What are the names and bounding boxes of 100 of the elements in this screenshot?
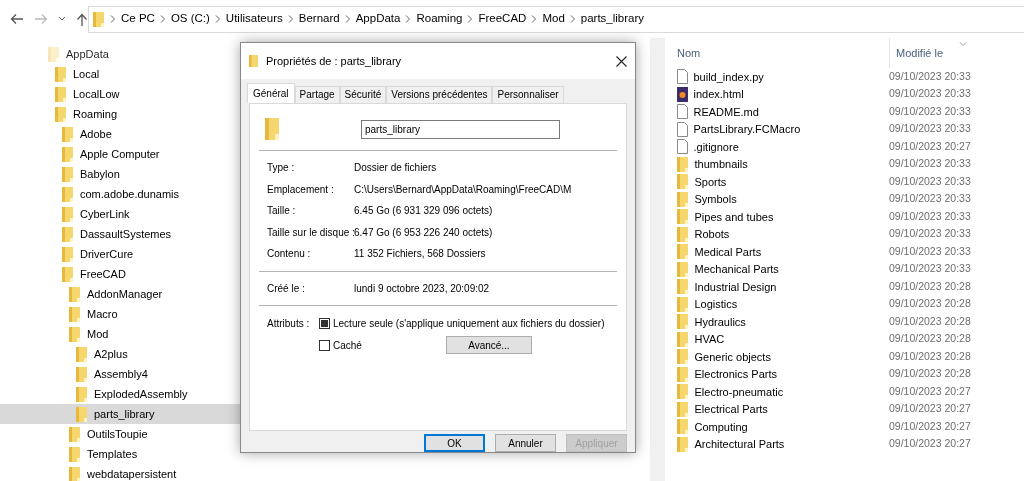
folder-icon [265,118,279,140]
folder-icon [62,126,74,142]
folder-icon [69,286,81,302]
folder-icon [677,209,689,225]
tree-item[interactable]: Babylon [0,164,240,184]
breadcrumb[interactable]: Ce PC [121,10,155,28]
breadcrumb[interactable]: AppData [355,10,401,28]
tree-item[interactable]: Local [0,64,240,84]
property-label: Attributs : [266,317,311,331]
tree-item[interactable]: CyberLink [0,204,240,224]
breadcrumb[interactable]: Mod [542,10,565,28]
tree-item[interactable]: AppData [0,44,240,64]
folder-icon [76,346,88,362]
breadcrumb[interactable]: Utilisateurs [225,10,283,28]
file-name[interactable]: Electro-pneumatic [694,383,784,400]
file-name[interactable]: README.md [693,103,759,120]
folder-icon [69,446,81,462]
tree-item[interactable]: OutilsToupie [0,424,240,444]
checkbox[interactable] [319,318,330,329]
modified-date: 09/10/2023 20:28 [889,313,972,329]
tab[interactable]: Général [247,83,295,103]
file-name[interactable]: Generic objects [694,348,771,365]
folder-icon [677,331,689,347]
folder-icon [677,419,689,435]
breadcrumb[interactable]: FreeCAD [478,10,527,28]
tree-item[interactable]: Mod [0,324,240,344]
folder-icon [249,55,258,67]
modified-date: 09/10/2023 20:33 [889,243,972,259]
address-bar[interactable]: Ce PC OS (C:) Utilisateurs Bernard AppData Roaming FreeCAD Mod parts_library [88,5,1024,33]
tree-item[interactable]: LocalLow [0,84,240,104]
dialog-button[interactable]: OK [424,434,485,452]
file-icon [677,69,688,85]
tree-item[interactable]: Assembly4 [0,364,240,384]
breadcrumb[interactable]: Bernard [298,10,340,28]
tab[interactable]: Sécurité [339,86,387,103]
property-label: Contenu : [266,247,312,262]
file-name[interactable]: .gitignore [693,138,739,155]
tree-item[interactable]: AddonManager [0,284,240,304]
file-name[interactable]: HVAC [694,331,725,348]
file-name[interactable]: build_index.py [693,68,764,85]
tree-item[interactable]: parts_library [0,404,240,424]
modified-date: 09/10/2023 20:33 [889,191,972,207]
folder-icon [69,466,81,481]
close-icon [616,55,627,67]
name-field[interactable]: parts_library [361,119,560,139]
dialog-button[interactable]: Annuler [495,434,556,452]
file-name[interactable]: Medical Parts [694,243,762,260]
file-name[interactable]: Architectural Parts [694,436,785,453]
tree-item[interactable]: DassaultSystemes [0,224,240,244]
folder-icon [55,66,67,82]
tree-item[interactable]: ExplodedAssembly [0,384,240,404]
folder-icon [55,86,67,102]
property-value: 11 352 Fichiers, 568 Dossiers [354,247,486,262]
folder-icon [76,386,88,402]
file-name[interactable]: Electronics Parts [694,366,778,383]
file-name[interactable]: Mechanical Parts [694,261,779,278]
folder-icon [677,366,689,382]
advanced-button[interactable]: Avancé... [445,336,532,354]
modified-date: 09/10/2023 20:28 [889,366,972,382]
column-header[interactable]: Modifié le [889,38,944,68]
folder-icon [55,106,67,122]
property-value: 6.47 Go (6 953 226 240 octets) [354,225,493,240]
file-name[interactable]: Sports [694,173,727,190]
modified-date: 09/10/2023 20:33 [889,86,972,102]
file-name[interactable]: Industrial Design [694,278,777,295]
file-icon [677,121,688,137]
breadcrumb[interactable]: Roaming [416,10,463,28]
file-name[interactable]: Pipes and tubes [694,208,774,225]
tree-item[interactable]: webdatapersistent [0,464,240,481]
modified-date: 09/10/2023 20:33 [889,121,972,137]
file-icon [677,139,688,155]
tab[interactable]: Personnaliser [492,86,564,103]
tree-item[interactable]: FreeCAD [0,264,240,284]
tab[interactable]: Versions précédentes [386,86,493,103]
tree-item[interactable]: Templates [0,444,240,464]
tab[interactable]: Partage [294,86,340,103]
column-header[interactable]: Nom [677,44,889,62]
file-name[interactable]: index.html [693,86,744,103]
file-name[interactable]: Logistics [694,296,738,313]
tree-item[interactable]: com.adobe.dunamis [0,184,240,204]
breadcrumb[interactable]: parts_library [580,10,645,28]
file-name[interactable]: PartsLibrary.FCMacro [693,121,801,138]
file-name[interactable]: Electrical Parts [694,401,768,418]
file-name[interactable]: Robots [694,226,730,243]
file-name[interactable]: Hydraulics [694,313,746,330]
file-name[interactable]: Symbols [694,191,737,208]
folder-icon [69,326,81,342]
tree-item[interactable]: Apple Computer [0,144,240,164]
folder-icon [677,244,689,260]
file-icon [677,104,688,120]
file-name[interactable]: Computing [694,418,748,435]
tree-item[interactable]: DriverCure [0,244,240,264]
breadcrumb[interactable]: OS (C:) [170,10,210,28]
checkbox[interactable] [319,339,330,351]
file-name[interactable]: thumbnails [694,156,748,173]
modified-date: 09/10/2023 20:33 [889,173,972,189]
tree-item[interactable]: Roaming [0,104,240,124]
tree-item[interactable]: Macro [0,304,240,324]
tree-item[interactable]: A2plus [0,344,240,364]
tree-item[interactable]: Adobe [0,124,240,144]
